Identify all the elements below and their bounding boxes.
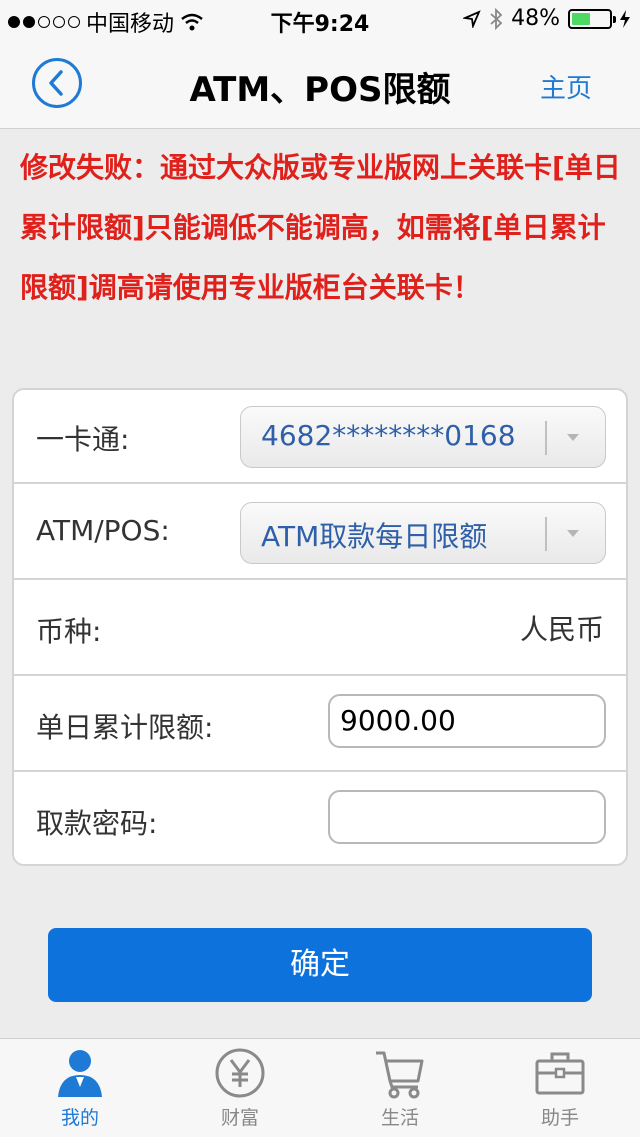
bluetooth-icon (490, 7, 503, 30)
tab-assistant[interactable]: 助手 (480, 1039, 640, 1137)
card-select-value: 4682********0168 (261, 419, 516, 452)
shopping-cart-icon (376, 1051, 424, 1099)
limit-row: 单日累计限额: 9000.00 (14, 678, 626, 772)
battery-icon (568, 8, 616, 29)
password-input[interactable] (328, 790, 606, 844)
status-bar: 中国移动 下午9:24 48% (0, 0, 640, 40)
tab-life[interactable]: 生活 (320, 1039, 480, 1137)
type-select-value: ATM取款每日限额 (261, 520, 488, 553)
home-link[interactable]: 主页 (540, 68, 592, 105)
currency-label: 币种: (36, 615, 102, 648)
type-label: ATM/POS: (36, 514, 170, 547)
tab-label: 助手 (540, 1107, 579, 1129)
currency-value: 人民币 (519, 613, 604, 646)
user-icon (58, 1050, 102, 1097)
tab-wealth[interactable]: 财富 (160, 1039, 320, 1137)
location-arrow-icon (463, 9, 481, 28)
limit-form: 一卡通: 4682********0168 ATM/POS: ATM取款每日限额… (12, 388, 628, 866)
currency-row: 币种: 人民币 (14, 582, 626, 676)
dropdown-arrow-icon (567, 530, 579, 537)
type-select[interactable]: ATM取款每日限额 (240, 502, 606, 564)
card-label: 一卡通: (36, 423, 130, 456)
card-select[interactable]: 4682********0168 (240, 406, 606, 468)
tab-label: 生活 (380, 1107, 419, 1129)
daily-limit-input[interactable]: 9000.00 (328, 694, 606, 748)
type-row: ATM/POS: ATM取款每日限额 (14, 486, 626, 580)
briefcase-icon (535, 1052, 585, 1095)
tab-label: 我的 (60, 1107, 99, 1129)
tab-mine[interactable]: 我的 (0, 1039, 160, 1137)
password-row: 取款密码: (14, 774, 626, 868)
confirm-button[interactable]: 确定 (48, 928, 592, 1002)
password-label: 取款密码: (36, 807, 158, 840)
charging-bolt-icon (620, 9, 630, 28)
battery-percent: 48% (511, 6, 560, 31)
nav-bar: ATM、POS限额 主页 (0, 40, 640, 129)
error-message: 修改失败：通过大众版或专业版网上关联卡[单日累计限额]只能调低不能调高，如需将[… (20, 151, 621, 304)
tab-label: 财富 (220, 1107, 259, 1129)
yen-coin-icon (215, 1048, 265, 1098)
limit-label: 单日累计限额: (36, 711, 214, 744)
tab-bar: 我的 财富 生活 助手 (0, 1038, 640, 1137)
dropdown-arrow-icon (567, 434, 579, 441)
card-row: 一卡通: 4682********0168 (14, 390, 626, 484)
